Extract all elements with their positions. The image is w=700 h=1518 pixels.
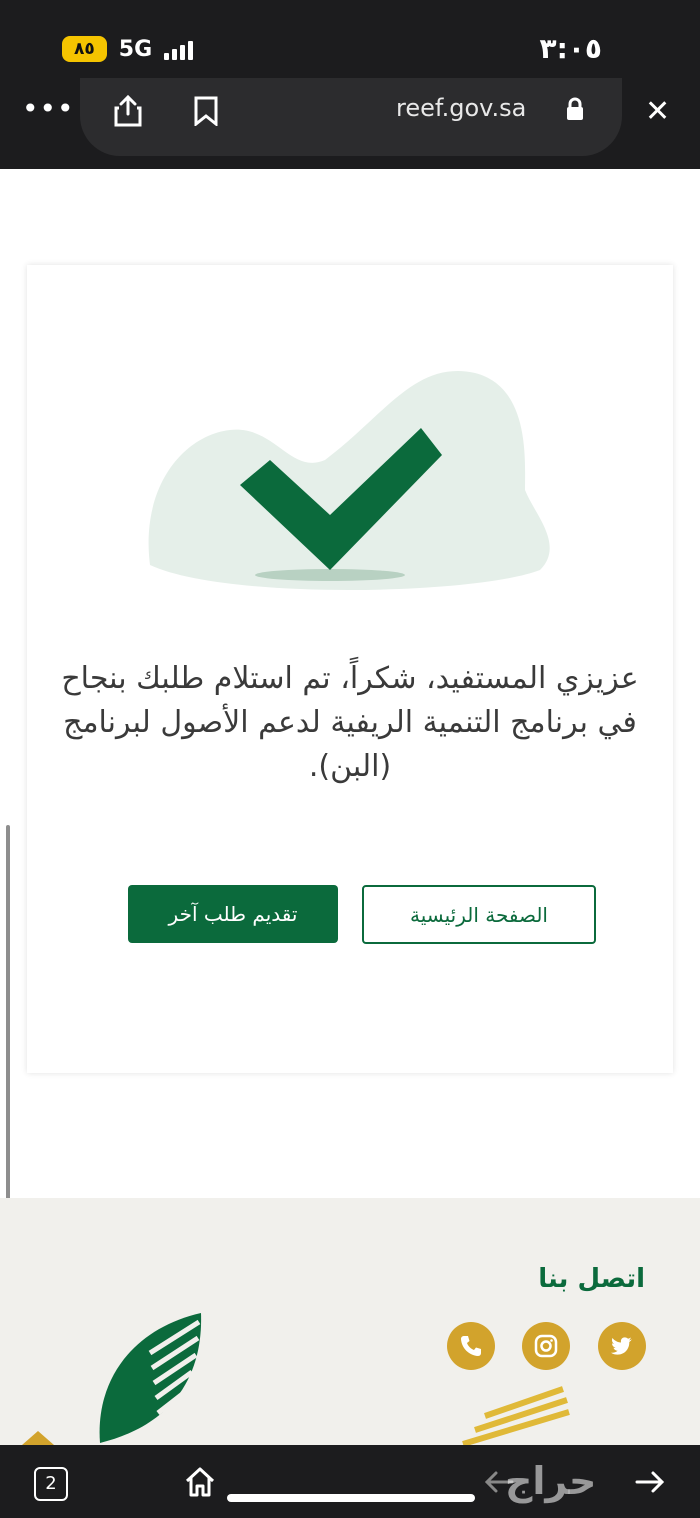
tabs-button[interactable]: 2: [34, 1467, 68, 1501]
url-text[interactable]: reef.gov.sa: [396, 94, 526, 122]
home-icon[interactable]: [183, 1465, 217, 1503]
confirmation-card: عزيزي المستفيد، شكراً، تم استلام طلبك بن…: [27, 265, 673, 1073]
haraj-watermark: حراج: [505, 1459, 597, 1503]
address-bar[interactable]: [80, 78, 622, 156]
bottom-toolbar: 2 حراج: [0, 1445, 700, 1518]
status-time: ٣:٠٥: [539, 32, 602, 65]
leaf-logo-graphic: [99, 1313, 202, 1443]
decorative-triangle: [22, 1431, 54, 1445]
decorative-stripes: [462, 1386, 570, 1445]
bookmark-icon[interactable]: [192, 96, 220, 130]
home-indicator[interactable]: [227, 1494, 475, 1502]
lock-icon: [565, 97, 585, 125]
twitter-icon[interactable]: [598, 1322, 646, 1370]
status-indicators: ٨٥ 5G: [62, 36, 194, 62]
success-checkmark-illustration: [148, 371, 550, 590]
confirmation-message: عزيزي المستفيد، شكراً، تم استلام طلبك بن…: [61, 661, 639, 784]
network-label: 5G: [118, 36, 153, 62]
signal-icon: [164, 38, 194, 60]
forward-arrow-icon[interactable]: [635, 1469, 665, 1499]
home-page-button[interactable]: الصفحة الرئيسية: [362, 885, 596, 944]
phone-icon[interactable]: [447, 1322, 495, 1370]
top-bar: ٨٥ 5G ٣:٠٥ ••• reef.gov.sa ✕: [0, 0, 700, 169]
more-options-icon[interactable]: •••: [22, 92, 75, 125]
contact-title: اتصل بنا: [538, 1264, 645, 1294]
footer: اتصل بنا: [0, 1198, 700, 1445]
share-icon[interactable]: [111, 94, 145, 132]
close-icon[interactable]: ✕: [645, 94, 670, 129]
new-request-button[interactable]: تقديم طلب آخر: [128, 885, 338, 943]
instagram-icon[interactable]: [522, 1322, 570, 1370]
battery-badge: ٨٥: [62, 36, 107, 62]
